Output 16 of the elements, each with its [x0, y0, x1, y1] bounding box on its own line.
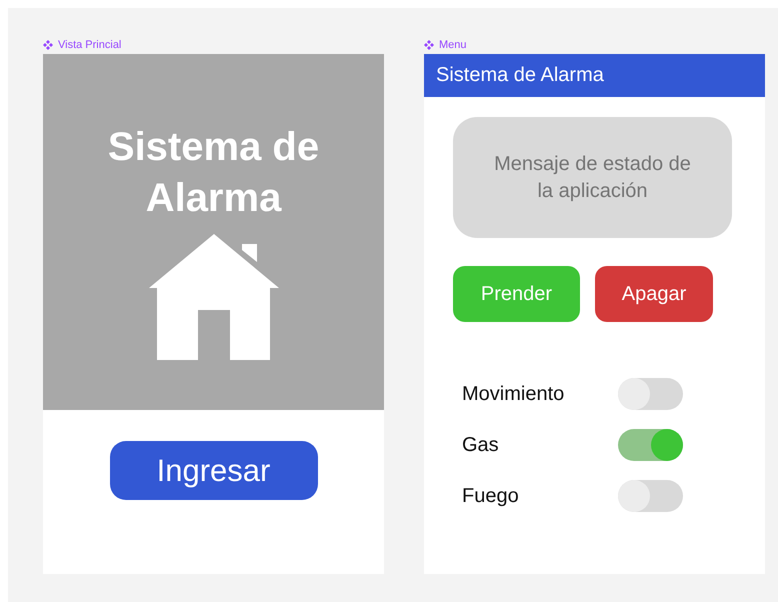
switch-label: Fuego	[462, 484, 520, 508]
status-message: Mensaje de estado de la aplicación	[453, 117, 732, 238]
turn-off-button[interactable]: Apagar	[595, 266, 713, 322]
toggle-switch[interactable]	[618, 378, 683, 410]
login-button[interactable]: Ingresar	[110, 441, 318, 500]
app-title: Sistema de Alarma	[106, 124, 320, 222]
frame-label: Menu	[439, 39, 467, 51]
component-icon	[424, 40, 434, 50]
switch-label: Movimiento	[462, 382, 566, 406]
switch-label: Gas	[462, 434, 500, 456]
toggle-switch[interactable]	[618, 480, 683, 512]
header-bar: Sistema de Alarma	[424, 54, 765, 97]
toggle-switch[interactable]	[618, 429, 683, 461]
house-icon	[148, 234, 278, 360]
component-icon	[43, 40, 53, 50]
frame-label: Vista Princial	[58, 39, 122, 51]
